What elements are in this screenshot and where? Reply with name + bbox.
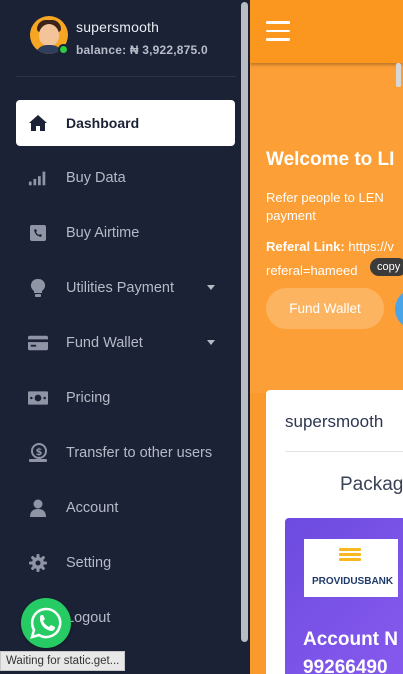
bank-account-card: PROVIDUSBANK Account N 99266490 bbox=[285, 518, 403, 674]
phone-icon bbox=[28, 223, 48, 243]
sidebar-item-label: Dashboard bbox=[66, 115, 140, 131]
credit-card-icon bbox=[28, 333, 48, 353]
user-profile[interactable]: supersmooth balance: ₦ 3,922,875.0 bbox=[30, 16, 208, 57]
sidebar-item-label: Logout bbox=[66, 610, 111, 626]
providus-logo-icon bbox=[339, 548, 361, 568]
home-icon bbox=[28, 113, 48, 133]
menu-icon[interactable] bbox=[266, 21, 290, 41]
sidebar-item-pricing[interactable]: Pricing bbox=[16, 375, 235, 421]
gear-icon bbox=[28, 553, 48, 573]
user-icon bbox=[28, 498, 48, 518]
user-balance: balance: ₦ 3,922,875.0 bbox=[76, 43, 208, 57]
money-icon bbox=[28, 388, 48, 408]
whatsapp-icon bbox=[30, 607, 62, 639]
sidebar-nav: Dashboard Buy Data Buy Airtime Utilities… bbox=[16, 100, 235, 650]
signal-bars-icon bbox=[28, 168, 48, 188]
sidebar-item-label: Setting bbox=[66, 555, 112, 571]
lightbulb-icon bbox=[28, 278, 48, 298]
account-number-label: Account N bbox=[303, 629, 398, 650]
referral-text: Refer people to LEN payment bbox=[266, 189, 403, 225]
sidebar-item-fund-wallet[interactable]: Fund Wallet bbox=[16, 320, 235, 366]
sidebar-item-setting[interactable]: Setting bbox=[16, 540, 235, 586]
card-divider bbox=[285, 451, 403, 452]
sidebar-item-transfer[interactable]: $ Transfer to other users bbox=[16, 430, 235, 476]
online-status-icon bbox=[58, 44, 69, 55]
welcome-title: Welcome to LI bbox=[266, 149, 395, 170]
sidebar-divider bbox=[16, 76, 236, 77]
sidebar-item-utilities-payment[interactable]: Utilities Payment bbox=[16, 265, 235, 311]
referral-text-line: payment bbox=[266, 208, 316, 223]
sidebar-item-label: Fund Wallet bbox=[66, 335, 143, 351]
chevron-down-icon bbox=[207, 285, 215, 290]
sidebar-item-label: Transfer to other users bbox=[66, 445, 213, 461]
welcome-banner bbox=[250, 63, 403, 393]
referral-link-label: Referal Link: bbox=[266, 239, 345, 254]
bank-name: PROVIDUSBANK bbox=[312, 576, 394, 587]
sidebar-item-buy-data[interactable]: Buy Data bbox=[16, 155, 235, 201]
bank-logo: PROVIDUSBANK bbox=[304, 539, 398, 597]
main-scrollbar[interactable] bbox=[396, 63, 401, 87]
top-bar bbox=[250, 0, 403, 63]
sidebar-item-label: Buy Data bbox=[66, 170, 126, 186]
referral-link-url: https://v bbox=[348, 239, 394, 254]
referral-text-line: Refer people to LEN bbox=[266, 190, 384, 205]
svg-text:$: $ bbox=[36, 447, 43, 458]
sidebar-item-label: Buy Airtime bbox=[66, 225, 140, 241]
sidebar-item-dashboard[interactable]: Dashboard bbox=[16, 100, 235, 146]
main-content: Welcome to LI Refer people to LEN paymen… bbox=[250, 0, 403, 674]
sidebar-item-label: Pricing bbox=[66, 390, 111, 406]
dollar-hand-icon: $ bbox=[28, 443, 48, 463]
fund-wallet-button[interactable]: Fund Wallet bbox=[266, 288, 384, 329]
copy-button[interactable]: copy bbox=[370, 258, 403, 276]
browser-status-bar: Waiting for static.get... bbox=[0, 651, 126, 671]
sidebar-scrollbar[interactable] bbox=[240, 0, 250, 674]
whatsapp-chat-button[interactable] bbox=[21, 598, 71, 648]
sidebar-item-account[interactable]: Account bbox=[16, 485, 235, 531]
sidebar-item-buy-airtime[interactable]: Buy Airtime bbox=[16, 210, 235, 256]
sidebar: supersmooth balance: ₦ 3,922,875.0 Dashb… bbox=[0, 0, 250, 674]
user-name: supersmooth bbox=[76, 19, 160, 35]
card-username: supersmooth bbox=[285, 412, 384, 431]
chevron-down-icon bbox=[207, 340, 215, 345]
packages-heading: Packag bbox=[340, 474, 403, 495]
sidebar-item-label: Utilities Payment bbox=[66, 280, 174, 296]
sidebar-item-label: Account bbox=[66, 500, 119, 516]
package-card: supersmooth Packag PROVIDUSBANK Account … bbox=[266, 390, 403, 674]
account-number[interactable]: 99266490 bbox=[303, 657, 388, 674]
